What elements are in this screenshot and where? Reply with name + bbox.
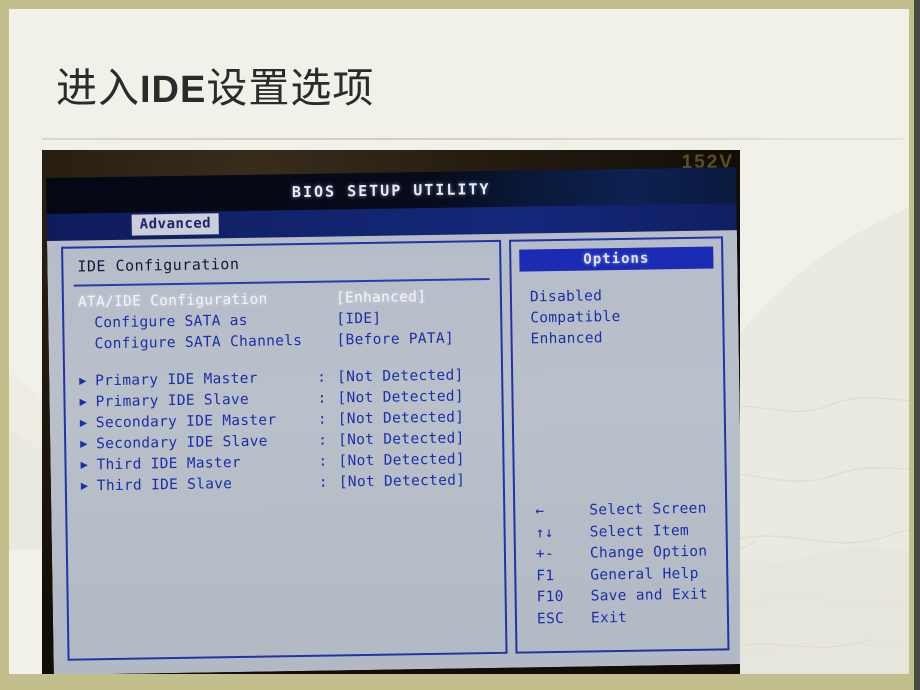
ide-device-label: Secondary IDE Master [95,412,277,432]
help-key-row: +- Change Option [528,543,718,567]
bios-photo: 152V BIOS SETUP UTILITY Advanced IDE Con… [42,150,740,675]
ide-device-colon: : [317,411,327,428]
bios-body: IDE Configuration ATA/IDE Configuration [… [46,230,740,675]
submenu-arrow-icon: ▶ [79,373,87,388]
help-key: +- [535,546,555,563]
ide-device-colon: : [318,453,328,470]
help-key: F1 [536,567,555,584]
submenu-arrow-icon: ▶ [79,394,88,409]
option-item[interactable]: Enhanced [530,328,621,350]
section-divider [73,278,490,287]
title-divider [42,138,904,140]
bios-header-title: BIOS SETUP UTILITY [291,180,491,202]
options-panel-header: Options [519,246,714,272]
option-item[interactable]: Compatible [530,307,621,329]
help-key: ESC [536,610,565,627]
help-key-row: ← Select Screen [527,500,717,524]
options-list: Disabled Compatible Enhanced [530,286,621,350]
tab-advanced[interactable]: Advanced [131,213,220,236]
ide-device-value: [Not Detected] [338,451,466,470]
setting-label: Configure SATA Channels [94,332,303,353]
setting-value[interactable]: [Enhanced] [336,289,427,306]
setting-value[interactable]: [Before PATA] [336,331,454,349]
help-key-description: Select Item [589,522,690,541]
page-title-prefix: 进入 [56,65,140,111]
bios-screen: BIOS SETUP UTILITY Advanced IDE Configur… [46,167,740,675]
ide-device-label: Primary IDE Master [95,370,258,390]
setting-label: Configure SATA as [94,312,248,332]
border-left [0,0,9,690]
help-key: F10 [536,588,564,606]
ide-configuration-panel: IDE Configuration ATA/IDE Configuration [… [61,239,508,661]
settings-rows: ATA/IDE Configuration [Enhanced] Configure… [64,288,503,500]
border-top [0,0,920,9]
help-key-row: ESC Exit [529,608,719,632]
page-title: 进入IDE设置选项 [56,54,374,114]
submenu-arrow-icon: ▶ [79,415,88,430]
options-panel: Options Disabled Compatible Enhanced ← Sele… [509,236,730,654]
submenu-arrow-icon: ▶ [80,436,88,451]
ide-device-value: [Not Detected] [337,367,464,386]
help-key: ← [535,503,545,520]
page-title-latin: IDE [140,69,207,111]
help-key-description: General Help [590,565,699,583]
ide-device-label: Primary IDE Slave [95,391,250,411]
help-key-row: F10 Save and Exit [529,586,719,610]
page-title-suffix: 设置选项 [206,65,375,111]
section-title: IDE Configuration [77,254,240,276]
ide-device-label: Third IDE Slave [96,476,233,495]
help-keys-list: ← Select Screen ↑↓ Select Item +- Change Opti… [527,500,719,632]
option-item[interactable]: Disabled [530,286,621,308]
help-key-row: F1 General Help [528,565,718,589]
help-key-row: ↑↓ Select Item [528,522,718,546]
ide-device-value: [Not Detected] [338,472,466,491]
ide-device-colon: : [317,369,327,386]
border-bottom [0,674,920,690]
help-key-description: Change Option [589,543,708,562]
ide-device-value: [Not Detected] [337,409,465,428]
submenu-arrow-icon: ▶ [80,478,89,493]
help-key-description: Save and Exit [590,586,709,605]
submenu-arrow-icon: ▶ [80,457,89,472]
ide-device-colon: : [318,474,328,491]
setting-value[interactable]: [IDE] [336,311,381,328]
ide-device-colon: : [317,390,327,407]
help-key: ↑↓ [535,524,554,541]
ide-device-label: Secondary IDE Slave [96,433,268,453]
ide-device-value: [Not Detected] [338,430,465,449]
ide-device-label: Third IDE Master [96,454,242,474]
setting-label: ATA/IDE Configuration [77,291,268,311]
help-key-description: Exit [590,609,628,626]
ide-device-value: [Not Detected] [337,388,465,407]
border-right [914,0,920,690]
slide: 进入IDE设置选项 152V BIOS SETUP UTILITY Advanc… [0,0,920,690]
help-key-description: Select Screen [589,500,707,519]
ide-device-colon: : [318,432,328,449]
